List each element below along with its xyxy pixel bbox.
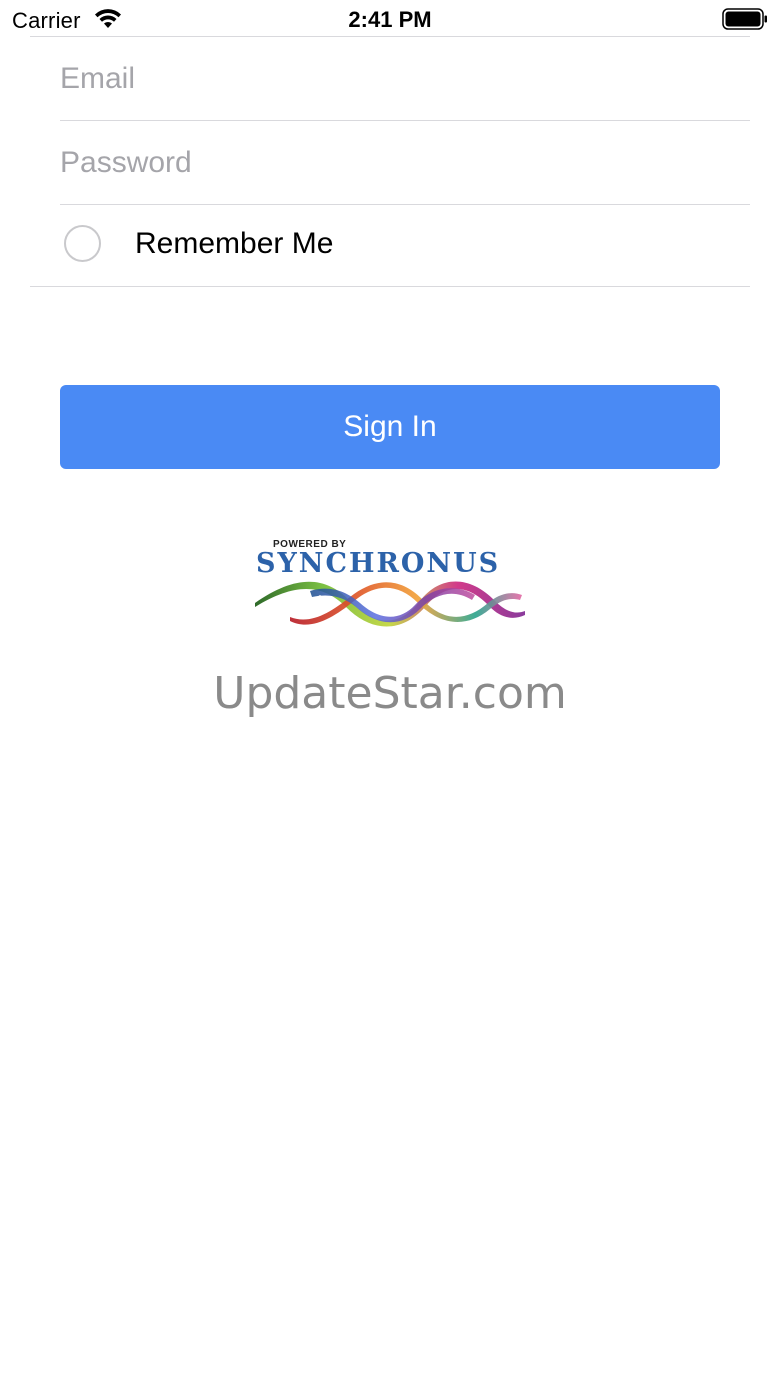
sign-in-button[interactable]: Sign In xyxy=(60,385,720,469)
remember-me-row[interactable]: Remember Me xyxy=(30,205,750,287)
battery-full-icon xyxy=(722,8,767,30)
email-field[interactable] xyxy=(60,37,750,120)
watermark-text: UpdateStar.com xyxy=(213,668,567,719)
password-row xyxy=(60,121,750,205)
email-row xyxy=(60,37,750,121)
password-field[interactable] xyxy=(60,121,750,204)
clock: 2:41 PM xyxy=(348,7,432,32)
helix-logo-graphic xyxy=(255,581,525,627)
synchronus-logo: POWERED BY SYNCHRONUS xyxy=(250,535,530,630)
remember-me-label: Remember Me xyxy=(135,227,334,260)
remember-me-radio[interactable] xyxy=(64,225,101,262)
status-bar: Carrier 2:41 PM xyxy=(0,0,780,38)
